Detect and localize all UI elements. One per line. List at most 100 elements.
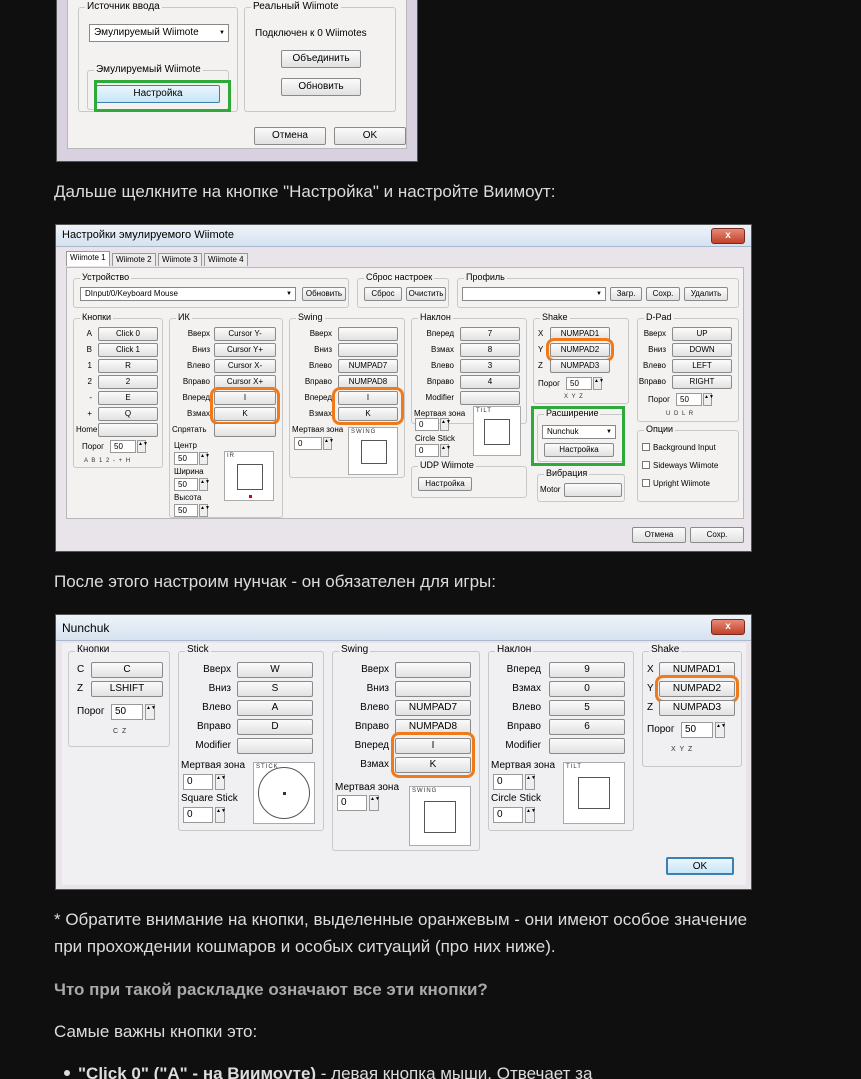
btn-plus-binding[interactable]: Q <box>98 407 158 421</box>
tab-wiimote-1[interactable]: Wiimote 1 <box>66 251 110 266</box>
top-ok-button[interactable]: OK <box>334 127 406 145</box>
sideways-wiimote-checkbox[interactable]: Sideways Wiimote <box>642 461 718 470</box>
profile-select[interactable] <box>462 287 606 301</box>
shake-z-binding[interactable]: NUMPAD3 <box>550 359 610 373</box>
spinner-icon[interactable]: ▲▼ <box>199 452 210 465</box>
shake-threshold-input[interactable]: 50 <box>566 377 592 390</box>
motor-binding[interactable] <box>564 483 622 497</box>
swing-down-binding[interactable] <box>338 343 398 357</box>
tab-wiimote-4[interactable]: Wiimote 4 <box>204 253 248 266</box>
stick-dead-input[interactable]: 0 <box>183 774 213 790</box>
stick-down-binding[interactable]: S <box>237 681 313 697</box>
pair-button[interactable]: Объединить <box>281 50 361 68</box>
dpad-threshold-input[interactable]: 50 <box>676 393 702 406</box>
spinner-icon[interactable]: ▲▼ <box>199 504 210 517</box>
btn-a-binding[interactable]: Click 0 <box>98 327 158 341</box>
background-input-checkbox[interactable]: Background Input <box>642 443 716 452</box>
top-cancel-button[interactable]: Отмена <box>254 127 326 145</box>
tilt-dead-input[interactable]: 0 <box>415 418 439 431</box>
nc-swing-down-binding[interactable] <box>395 681 471 697</box>
nc-tilt-left-binding[interactable]: 5 <box>549 700 625 716</box>
tilt-right-binding[interactable]: 4 <box>460 375 520 389</box>
ir-width-input[interactable]: 50 <box>174 478 198 491</box>
spinner-icon[interactable]: ▲▼ <box>137 440 148 453</box>
stick-up-binding[interactable]: W <box>237 662 313 678</box>
spinner-icon[interactable]: ▲▼ <box>593 377 604 390</box>
load-button[interactable]: Загр. <box>610 287 642 301</box>
nc-shake-threshold-input[interactable]: 50 <box>681 722 713 738</box>
spinner-icon[interactable]: ▲▼ <box>715 722 726 738</box>
tab-wiimote-3[interactable]: Wiimote 3 <box>158 253 202 266</box>
nc-swing-left-binding[interactable]: NUMPAD7 <box>395 700 471 716</box>
spinner-icon[interactable]: ▲▼ <box>369 795 380 811</box>
stick-modifier-binding[interactable] <box>237 738 313 754</box>
nc-shake-z-binding[interactable]: NUMPAD3 <box>659 700 735 716</box>
nc-tilt-dead-input[interactable]: 0 <box>493 774 523 790</box>
ir-left-binding[interactable]: Cursor X- <box>214 359 276 373</box>
buttons-threshold-input[interactable]: 50 <box>110 440 136 453</box>
dpad-down-binding[interactable]: DOWN <box>672 343 732 357</box>
device-select[interactable]: DInput/0/Keyboard Mouse <box>80 287 296 301</box>
spinner-icon[interactable]: ▲▼ <box>323 437 334 450</box>
delete-button[interactable]: Удалить <box>684 287 728 301</box>
close-icon[interactable]: x <box>711 228 745 244</box>
device-refresh-button[interactable]: Обновить <box>302 287 346 301</box>
nc-c-binding[interactable]: C <box>91 662 163 678</box>
tab-wiimote-2[interactable]: Wiimote 2 <box>112 253 156 266</box>
tilt-circle-input[interactable]: 0 <box>415 444 439 457</box>
swing-left-binding[interactable]: NUMPAD7 <box>338 359 398 373</box>
btn-1-binding[interactable]: R <box>98 359 158 373</box>
tilt-modifier-binding[interactable] <box>460 391 520 405</box>
nunchuk-ok-button[interactable]: OK <box>666 857 734 875</box>
stick-right-binding[interactable]: D <box>237 719 313 735</box>
dpad-right-binding[interactable]: RIGHT <box>672 375 732 389</box>
btn-home-binding[interactable] <box>98 423 158 437</box>
save-profile-button[interactable]: Сохр. <box>646 287 680 301</box>
wiimote-save-button[interactable]: Сохр. <box>690 527 744 543</box>
nc-tilt-swing-binding[interactable]: 0 <box>549 681 625 697</box>
clear-button[interactable]: Очистить <box>406 287 446 301</box>
spinner-icon[interactable]: ▲▼ <box>440 444 451 457</box>
spinner-icon[interactable]: ▲▼ <box>525 774 536 790</box>
spinner-icon[interactable]: ▲▼ <box>525 807 536 823</box>
tilt-swing-binding[interactable]: 8 <box>460 343 520 357</box>
swing-dead-input[interactable]: 0 <box>294 437 322 450</box>
tilt-left-binding[interactable]: 3 <box>460 359 520 373</box>
source-select[interactable]: Эмулируемый Wiimote <box>89 24 229 42</box>
btn-minus-binding[interactable]: E <box>98 391 158 405</box>
ir-height-input[interactable]: 50 <box>174 504 198 517</box>
upright-wiimote-checkbox[interactable]: Upright Wiimote <box>642 479 710 488</box>
swing-up-binding[interactable] <box>338 327 398 341</box>
nc-swing-dead-input[interactable]: 0 <box>337 795 367 811</box>
spinner-icon[interactable]: ▲▼ <box>215 807 226 823</box>
close-icon[interactable]: x <box>711 619 745 635</box>
ir-label-hide: Спрятать <box>172 425 207 434</box>
ir-center-input[interactable]: 50 <box>174 452 198 465</box>
stick-left-binding[interactable]: A <box>237 700 313 716</box>
spinner-icon[interactable]: ▲▼ <box>440 418 451 431</box>
udp-config-button[interactable]: Настройка <box>418 477 472 491</box>
nc-threshold-input[interactable]: 50 <box>111 704 143 720</box>
stick-square-input[interactable]: 0 <box>183 807 213 823</box>
ir-down-binding[interactable]: Cursor Y+ <box>214 343 276 357</box>
wiimote-cancel-button[interactable]: Отмена <box>632 527 686 543</box>
spinner-icon[interactable]: ▲▼ <box>703 393 714 406</box>
nc-tilt-forward-binding[interactable]: 9 <box>549 662 625 678</box>
ir-hide-binding[interactable] <box>214 423 276 437</box>
tilt-forward-binding[interactable]: 7 <box>460 327 520 341</box>
refresh-button[interactable]: Обновить <box>281 78 361 96</box>
dpad-left-binding[interactable]: LEFT <box>672 359 732 373</box>
btn-b-binding[interactable]: Click 1 <box>98 343 158 357</box>
nc-tilt-modifier-binding[interactable] <box>549 738 625 754</box>
spinner-icon[interactable]: ▲▼ <box>145 704 156 720</box>
ir-up-binding[interactable]: Cursor Y- <box>214 327 276 341</box>
spinner-icon[interactable]: ▲▼ <box>215 774 226 790</box>
nc-tilt-circle-input[interactable]: 0 <box>493 807 523 823</box>
spinner-icon[interactable]: ▲▼ <box>199 478 210 491</box>
nc-swing-up-binding[interactable] <box>395 662 471 678</box>
btn-2-binding[interactable]: 2 <box>98 375 158 389</box>
nc-z-binding[interactable]: LSHIFT <box>91 681 163 697</box>
reset-button[interactable]: Сброс <box>364 287 402 301</box>
dpad-up-binding[interactable]: UP <box>672 327 732 341</box>
nc-tilt-right-binding[interactable]: 6 <box>549 719 625 735</box>
